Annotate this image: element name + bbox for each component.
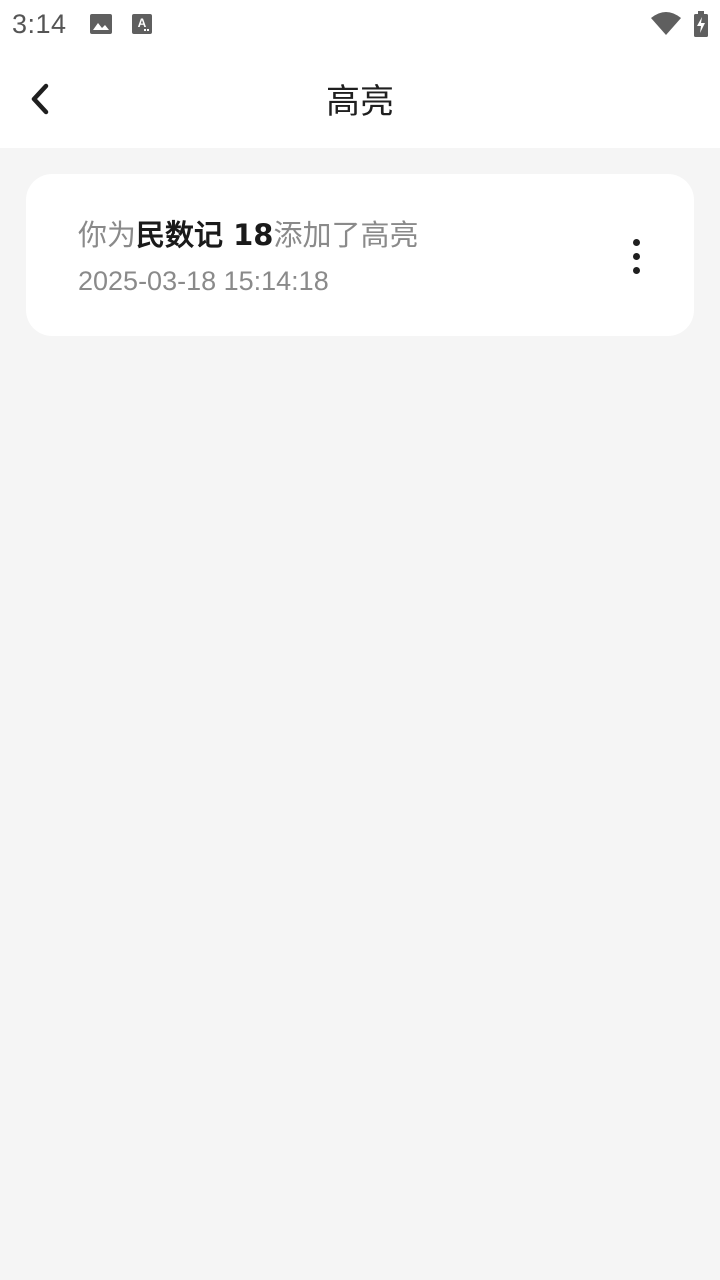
- text-recognition-icon: A: [131, 13, 153, 35]
- more-vertical-icon: [632, 238, 640, 246]
- page-title: 高亮: [326, 81, 394, 122]
- activity-message-suffix: 添加了高亮: [273, 218, 419, 252]
- back-button[interactable]: [16, 72, 64, 126]
- activity-list: 你为民数记 18添加了高亮 2025-03-18 15:14:18: [0, 148, 720, 1280]
- app-bar: 高亮: [0, 48, 720, 148]
- wifi-icon: [650, 12, 682, 36]
- activity-message: 你为民数记 18添加了高亮: [78, 212, 418, 254]
- svg-text:A: A: [137, 16, 146, 30]
- activity-message-subject[interactable]: 民数记 18: [136, 218, 273, 252]
- activity-message-prefix: 你为: [78, 218, 137, 252]
- more-vertical-icon-dot: [632, 252, 640, 260]
- chevron-left-icon: [31, 83, 49, 115]
- more-vertical-icon-dot: [632, 266, 640, 274]
- activity-card[interactable]: 你为民数记 18添加了高亮 2025-03-18 15:14:18: [26, 174, 694, 336]
- status-time: 3:14: [12, 8, 67, 39]
- status-right-icons: [638, 11, 708, 37]
- activity-timestamp: 2025-03-18 15:14:18: [78, 266, 329, 296]
- battery-charging-icon: [694, 11, 708, 37]
- more-options-button[interactable]: [614, 230, 658, 282]
- status-bar: 3:14 A: [0, 0, 720, 48]
- image-icon: [89, 13, 113, 35]
